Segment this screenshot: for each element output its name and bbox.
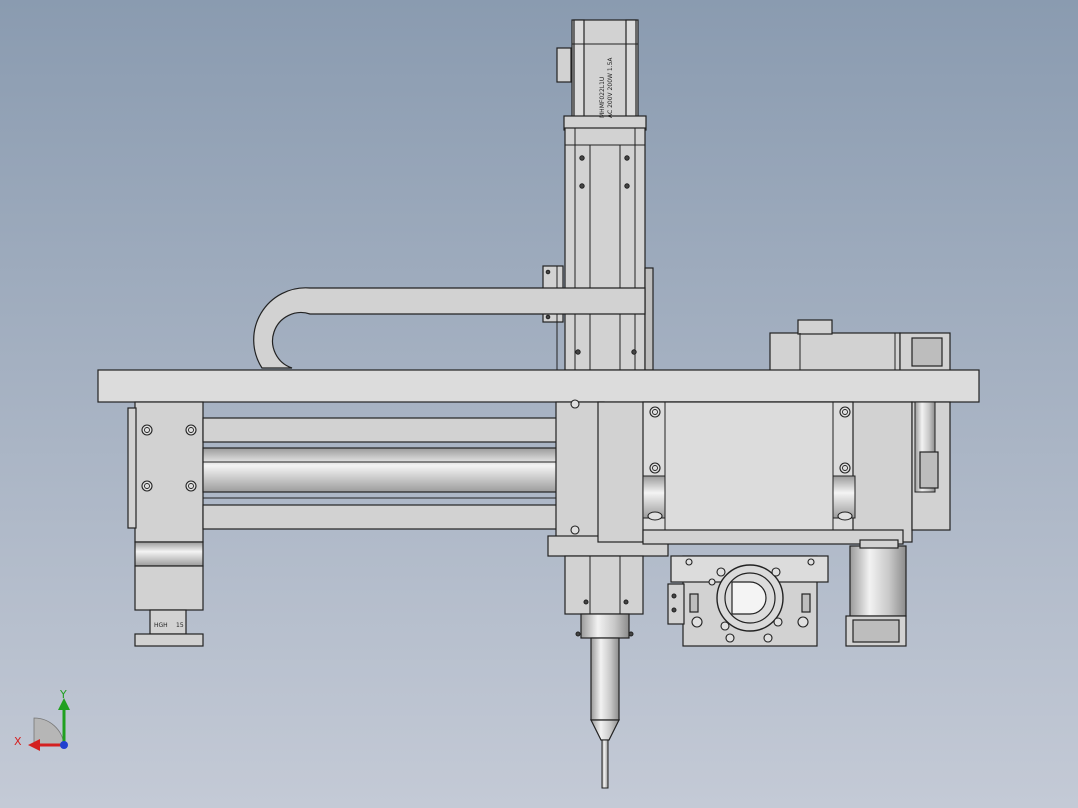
main-horizontal-beam <box>97 369 980 403</box>
x-axis-label: X <box>14 735 22 748</box>
rail-block-label-right: 15 <box>176 622 184 629</box>
rail-block-label-left: HGH <box>154 622 168 629</box>
y-axis-label: Y <box>59 688 67 701</box>
cad-viewport[interactable]: MHMF022L1U AC 200V 200W 1.5A HGH 15 Y X <box>0 0 1078 808</box>
rotary-actuator-mount <box>667 555 829 647</box>
main-carriage <box>597 401 913 545</box>
left-end-block: HGH 15 <box>127 401 204 647</box>
rotary-side-actuator <box>845 539 907 647</box>
cad-drawing: MHMF022L1U AC 200V 200W 1.5A HGH 15 Y X <box>0 0 1078 808</box>
motor-label-1: MHMF022L1U <box>599 77 606 118</box>
motor-label-2: AC 200V 200W 1.5A <box>607 57 614 118</box>
horizontal-guide-rods <box>202 417 604 530</box>
z-axis-dot <box>60 741 68 749</box>
belt-pulley-housing <box>911 401 951 531</box>
